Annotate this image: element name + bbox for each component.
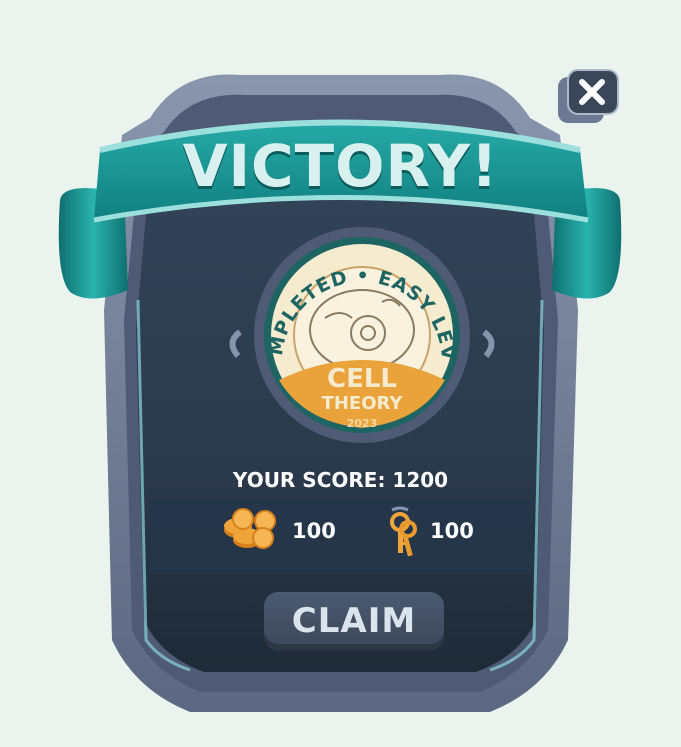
- badge-line1: CELL: [327, 364, 397, 394]
- badge-line2: THEORY: [322, 393, 404, 414]
- close-button[interactable]: [565, 67, 619, 121]
- claim-button[interactable]: CLAIM: [264, 592, 444, 650]
- badge-year: 2023: [347, 417, 378, 430]
- victory-title: VICTORY!: [182, 132, 499, 200]
- score-text: YOUR SCORE: 1200: [232, 468, 449, 492]
- coins-reward-value: 100: [292, 519, 336, 543]
- keys-reward-value: 100: [430, 519, 474, 543]
